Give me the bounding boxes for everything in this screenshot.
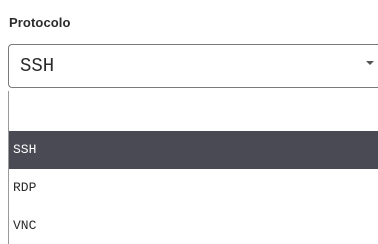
option-rdp[interactable]: RDP: [9, 169, 378, 207]
option-ssh[interactable]: SSH: [9, 131, 378, 169]
dropdown-blank-option[interactable]: [9, 91, 378, 129]
protocol-label: Protocolo: [9, 15, 71, 30]
protocol-selected-value: SSH: [20, 55, 55, 77]
protocol-select[interactable]: SSH: [8, 44, 378, 88]
protocol-dropdown-list: SSH RDP VNC: [8, 91, 378, 244]
option-vnc[interactable]: VNC: [9, 207, 378, 244]
caret-down-icon: [366, 61, 374, 65]
protocol-select-panel: Protocolo SSH SSH RDP VNC: [0, 0, 378, 244]
